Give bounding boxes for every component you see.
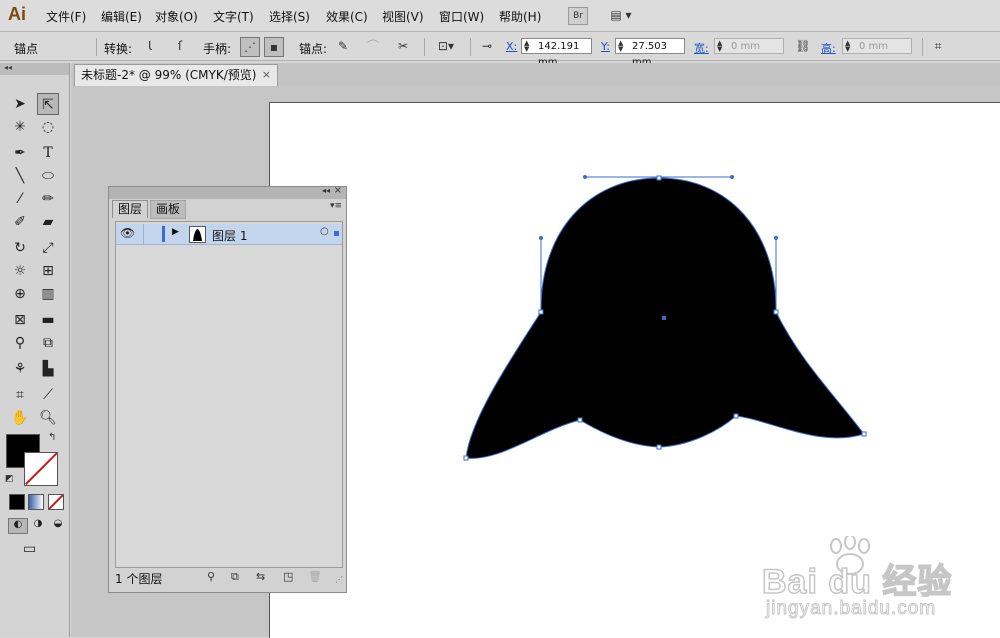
handle-point[interactable] bbox=[583, 175, 587, 179]
layer-count: 1 个图层 bbox=[115, 572, 163, 586]
anchor-point[interactable] bbox=[773, 309, 779, 315]
clipping-mask-icon[interactable]: ⧉ bbox=[231, 570, 239, 584]
anchor-point[interactable] bbox=[538, 309, 544, 315]
panel-menu-icon[interactable]: ▾≡ bbox=[330, 201, 342, 211]
visibility-eye-icon[interactable]: 👁︎ bbox=[120, 226, 135, 240]
center-point bbox=[662, 316, 666, 320]
handle-point[interactable] bbox=[730, 175, 734, 179]
baidu-watermark: Bai du 经验 jingyan.baidu.com bbox=[761, 536, 992, 626]
selection-indicator[interactable] bbox=[334, 231, 339, 236]
layers-panel: ◂◂ × 图层 画板 ▾≡ 👁︎ ▶ 图层 1 ○ 1 个图层 ⚲ ⧉ ⇆ ◳ … bbox=[108, 185, 347, 593]
collapse-icon[interactable]: ◂◂ bbox=[322, 186, 330, 195]
layer-thumbnail bbox=[189, 226, 206, 243]
layers-footer: 1 个图层 ⚲ ⧉ ⇆ ◳ 🗑︎ ⋰ bbox=[109, 567, 346, 591]
anchor-point[interactable] bbox=[463, 455, 469, 461]
locate-object-icon[interactable]: ⚲ bbox=[207, 570, 215, 583]
tab-artboards[interactable]: 画板 bbox=[150, 200, 187, 219]
resize-grip-icon[interactable]: ⋰ bbox=[335, 575, 343, 584]
panel-title-bar[interactable]: ◂◂ × bbox=[109, 185, 346, 199]
handle-point[interactable] bbox=[539, 236, 543, 240]
thumbnail-shape-icon bbox=[193, 229, 202, 241]
expand-triangle-icon[interactable]: ▶ bbox=[172, 227, 179, 237]
delete-layer-icon: 🗑︎ bbox=[308, 570, 322, 583]
handle-point[interactable] bbox=[774, 236, 778, 240]
new-layer-icon[interactable]: ◳ bbox=[283, 570, 293, 583]
anchor-point[interactable] bbox=[656, 175, 662, 181]
anchor-point[interactable] bbox=[656, 444, 662, 450]
anchor-point[interactable] bbox=[577, 417, 583, 423]
tab-layers[interactable]: 图层 bbox=[112, 200, 149, 218]
layer-row[interactable]: 👁︎ ▶ 图层 1 ○ bbox=[116, 224, 342, 245]
new-sublayer-icon[interactable]: ⇆ bbox=[256, 570, 265, 583]
layer-color-bar bbox=[162, 226, 165, 242]
anchor-point[interactable] bbox=[733, 413, 739, 419]
anchor-point[interactable] bbox=[861, 431, 867, 437]
layer-name: 图层 1 bbox=[212, 229, 248, 243]
watermark-brand: Bai du 经验 bbox=[761, 562, 953, 602]
watermark-url: jingyan.baidu.com bbox=[765, 598, 937, 620]
target-circle-icon[interactable]: ○ bbox=[320, 226, 329, 237]
layers-list: 👁︎ ▶ 图层 1 ○ bbox=[115, 221, 343, 568]
close-icon[interactable]: × bbox=[334, 185, 342, 196]
